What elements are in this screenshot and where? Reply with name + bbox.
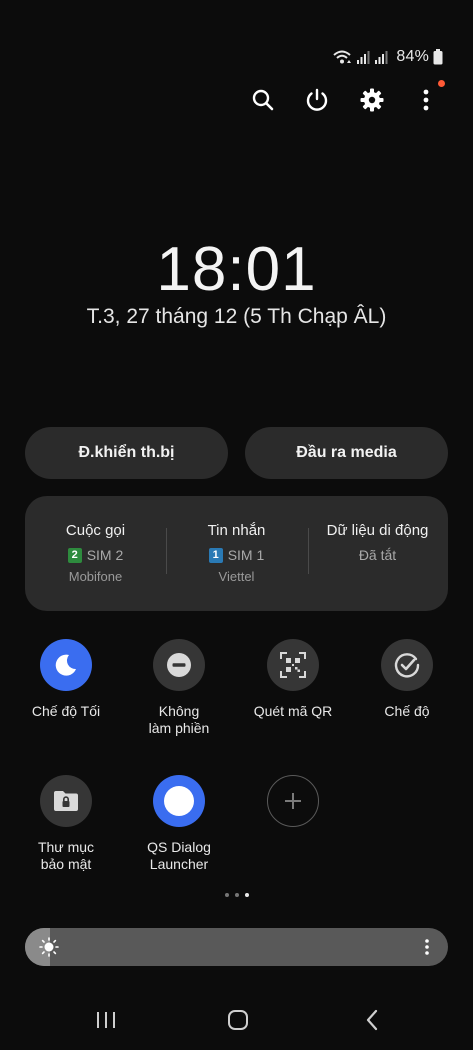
tile-modes[interactable]: Chế độ <box>353 639 461 720</box>
brightness-more-icon[interactable] <box>424 938 430 956</box>
mobile-data-setting[interactable]: Dữ liệu di động Đã tắt <box>307 522 448 563</box>
modes-icon[interactable] <box>381 639 433 691</box>
notification-dot <box>438 80 445 87</box>
messages-sim-label: SIM 1 <box>227 547 265 563</box>
clock-time[interactable]: 18:01 <box>0 234 473 305</box>
tile-label: Không làm phiền <box>148 703 210 736</box>
wifi-icon <box>332 49 352 65</box>
mobile-data-status: Đã tắt <box>358 547 397 563</box>
tile-label: Chế độ <box>384 703 430 719</box>
more-vertical-icon[interactable] <box>410 84 442 116</box>
search-icon[interactable] <box>247 84 279 116</box>
tile-label: Thư mục bảo mật <box>37 839 95 872</box>
page-dot-current <box>244 893 249 897</box>
do-not-disturb-icon[interactable] <box>153 639 205 691</box>
qr-scan-icon[interactable] <box>267 639 319 691</box>
navigation-bar <box>0 1002 473 1038</box>
tile-secure-folder[interactable]: Thư mục bảo mật <box>12 775 120 873</box>
circle-icon[interactable] <box>153 775 205 827</box>
sim1-badge: 1 <box>208 547 223 563</box>
sim2-badge: 2 <box>67 547 82 563</box>
top-actions <box>0 84 473 116</box>
battery-icon <box>433 49 443 65</box>
signal-sim1-icon <box>356 50 370 64</box>
tile-label: Quét mã QR <box>253 703 333 719</box>
power-icon[interactable] <box>301 84 333 116</box>
add-icon[interactable] <box>267 775 319 827</box>
calls-sim-label: SIM 2 <box>86 547 124 563</box>
page-dot <box>224 893 229 897</box>
brightness-slider[interactable] <box>25 928 448 966</box>
quick-panel-screen: 84% 18:01 T.3, 27 tháng 12 (5 Th Chạp ÂL… <box>0 0 473 1050</box>
back-icon[interactable] <box>352 1002 392 1038</box>
tile-qs-dialog-launcher[interactable]: QS Dialog Launcher <box>125 775 233 873</box>
moon-icon[interactable] <box>40 639 92 691</box>
page-indicator <box>0 893 473 897</box>
calls-sim-setting[interactable]: Cuộc gọi 2 SIM 2 Mobifone <box>25 522 166 584</box>
tile-dark-mode[interactable]: Chế độ Tối <box>12 639 120 720</box>
media-output-button[interactable]: Đầu ra media <box>245 427 448 479</box>
sim-manager-panel: Cuộc gọi 2 SIM 2 Mobifone Tin nhắn 1 SIM… <box>25 496 448 611</box>
battery-percent: 84% <box>396 48 429 65</box>
sun-icon <box>39 937 59 957</box>
page-dot <box>234 893 239 897</box>
messages-carrier: Viettel <box>218 569 255 584</box>
tile-add[interactable] <box>239 775 347 827</box>
calls-title: Cuộc gọi <box>65 522 126 539</box>
device-control-button[interactable]: Đ.khiển th.bị <box>25 427 228 479</box>
signal-sim2-icon <box>374 50 388 64</box>
tile-do-not-disturb[interactable]: Không làm phiền <box>125 639 233 737</box>
secure-folder-icon[interactable] <box>40 775 92 827</box>
clock-date[interactable]: T.3, 27 tháng 12 (5 Th Chạp ÂL) <box>0 305 473 329</box>
calls-carrier: Mobifone <box>68 569 123 584</box>
messages-title: Tin nhắn <box>207 522 266 539</box>
recents-icon[interactable] <box>86 1002 126 1038</box>
mobile-data-title: Dữ liệu di động <box>326 522 429 539</box>
messages-sim-setting[interactable]: Tin nhắn 1 SIM 1 Viettel <box>166 522 307 584</box>
home-icon[interactable] <box>218 1002 258 1038</box>
tile-label: QS Dialog Launcher <box>147 839 211 872</box>
status-bar: 84% <box>332 46 443 68</box>
tile-qr-scanner[interactable]: Quét mã QR <box>239 639 347 720</box>
tile-label: Chế độ Tối <box>31 703 101 719</box>
gear-icon[interactable] <box>356 84 388 116</box>
